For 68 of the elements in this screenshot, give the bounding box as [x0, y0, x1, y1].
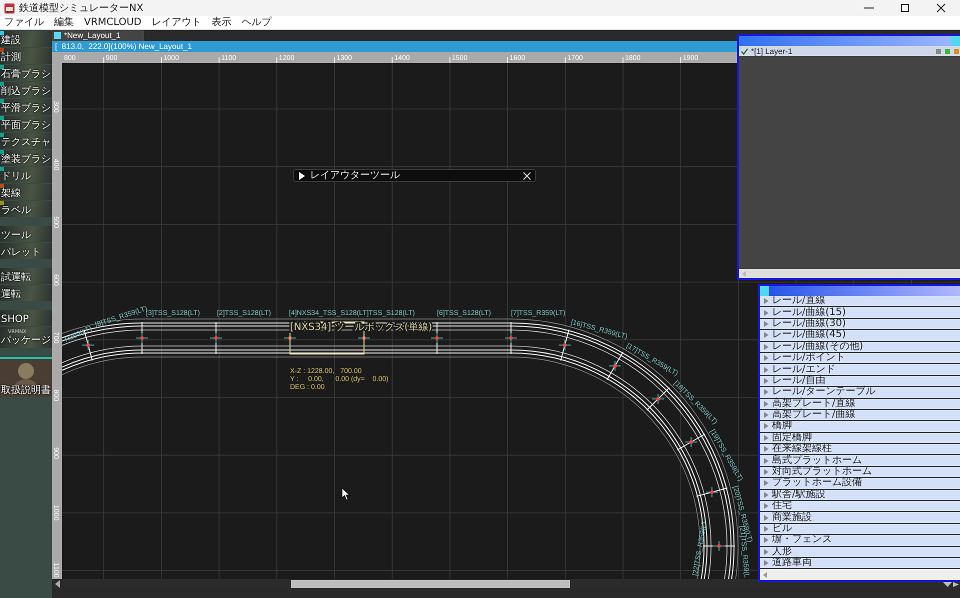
- parts-category[interactable]: 塀・フェンス: [760, 535, 960, 547]
- tool-button[interactable]: 試運転: [0, 268, 52, 284]
- tool-button[interactable]: 塗装ブラシ: [0, 150, 52, 166]
- close-icon[interactable]: [936, 3, 946, 13]
- maximize-icon[interactable]: [900, 3, 910, 13]
- track-joint-marker: [684, 436, 698, 448]
- tool-button[interactable]: 平面ブラシ: [0, 116, 52, 132]
- tool-button[interactable]: ツール: [0, 226, 52, 242]
- tool-button[interactable]: 平滑ブラシ: [0, 99, 52, 115]
- scroll-left-icon[interactable]: [55, 580, 61, 588]
- track-joint-marker: [430, 332, 444, 344]
- parts-category[interactable]: レール/ターンテーブル: [760, 387, 960, 399]
- document-tab[interactable]: *New_Layout_1: [52, 30, 144, 41]
- parts-category[interactable]: ビル: [760, 524, 960, 536]
- tool-button[interactable]: 石膏ブラシ: [0, 65, 52, 81]
- parts-category[interactable]: 橋脚: [760, 421, 960, 433]
- layer-row[interactable]: *[1] Layer-1: [739, 46, 960, 56]
- tool-button[interactable]: 削込ブラシ: [0, 82, 52, 98]
- tool-button[interactable]: パレット: [0, 243, 52, 259]
- parts-category[interactable]: レール/曲線(15): [760, 307, 960, 319]
- track-joint-marker: [558, 340, 572, 351]
- menu-item[interactable]: 表示: [212, 16, 232, 28]
- parts-category[interactable]: レール/自由: [760, 376, 960, 388]
- scrollbar-thumb[interactable]: [291, 580, 570, 588]
- parts-category[interactable]: 人形: [760, 546, 960, 558]
- mouse-pointer-icon: [342, 487, 350, 500]
- tool-button[interactable]: 運転: [0, 285, 52, 301]
- track-joint-marker: [652, 393, 665, 404]
- tool-button[interactable]: テクスチャ: [0, 133, 52, 149]
- parts-category[interactable]: 商業施設: [760, 512, 960, 524]
- menu-item[interactable]: VRMCLOUD: [84, 16, 142, 28]
- tool-button[interactable]: 建設: [0, 31, 52, 47]
- menu-item[interactable]: ファイル: [4, 16, 44, 28]
- collapsed-arrow-icon[interactable]: [298, 172, 306, 180]
- track-joint-marker: [136, 332, 148, 344]
- parts-category[interactable]: プラットホーム設備: [760, 478, 960, 490]
- parts-category[interactable]: レール/エンド: [760, 364, 960, 376]
- track-joint-marker: [608, 360, 622, 372]
- track-joint-marker: [504, 332, 518, 344]
- app-icon: [4, 2, 15, 14]
- manual-button[interactable]: 取扱説明書: [0, 357, 52, 397]
- track-joint-marker: [210, 332, 222, 344]
- parts-category[interactable]: レール/曲線(30): [760, 318, 960, 330]
- parts-category[interactable]: 在来線架線柱: [760, 444, 960, 456]
- parts-category[interactable]: 住宅: [760, 501, 960, 512]
- tool-button[interactable]: ラベル: [0, 201, 52, 217]
- tool-button[interactable]: 架線: [0, 184, 52, 200]
- menu-item[interactable]: 編集: [54, 16, 74, 28]
- parts-category[interactable]: レール/曲線(45): [760, 330, 960, 342]
- track-joint-marker: [705, 486, 718, 498]
- horizontal-scrollbar[interactable]: [52, 579, 960, 589]
- track-joint-marker: [712, 540, 726, 552]
- parts-category[interactable]: 高架プレート/曲線: [760, 410, 960, 422]
- parts-category[interactable]: レール/ポイント: [760, 352, 960, 364]
- parts-category[interactable]: 島式プラットホーム: [760, 455, 960, 467]
- window-title: 鉄道模型シミュレーターNX: [19, 2, 144, 15]
- parts-category[interactable]: 対向式プラットホーム: [760, 466, 960, 478]
- tool-button[interactable]: ドリル: [0, 167, 52, 183]
- tool-button[interactable]: SHOP: [0, 310, 52, 326]
- parts-category[interactable]: 高架プレート/直線: [760, 398, 960, 410]
- checkmark-icon[interactable]: [741, 48, 748, 54]
- parts-category[interactable]: 道路車両: [760, 558, 960, 570]
- tool-button[interactable]: 計測: [0, 48, 52, 64]
- parts-category[interactable]: レール/直線: [760, 296, 960, 308]
- panel-title: レイアウターツール: [310, 170, 400, 182]
- parts-category[interactable]: レール/曲線(その他): [760, 342, 960, 353]
- menu-item[interactable]: レイアウト: [152, 16, 202, 28]
- menu-item[interactable]: ヘルプ: [242, 16, 272, 28]
